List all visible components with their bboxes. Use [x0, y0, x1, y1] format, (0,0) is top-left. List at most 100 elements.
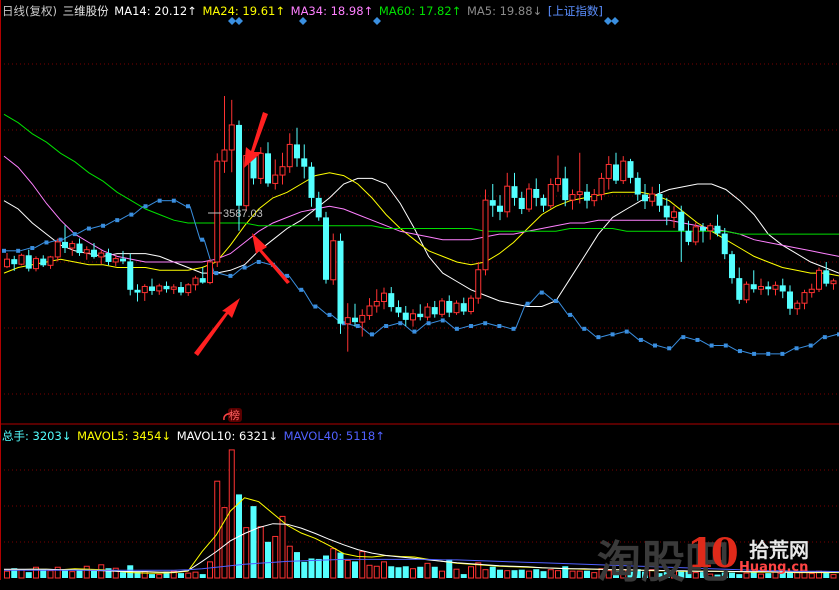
- candle-up: [468, 297, 474, 313]
- index-point: [737, 349, 742, 354]
- index-point: [681, 335, 686, 340]
- volume-bar-up: [156, 574, 163, 579]
- candle-up: [453, 302, 460, 314]
- index-segment: [741, 350, 753, 355]
- ma60-value: MA60: 17.82↑: [378, 4, 462, 18]
- index-point: [256, 259, 261, 264]
- candle-up: [620, 160, 627, 182]
- candle-down: [91, 249, 97, 257]
- index-segment: [34, 242, 45, 249]
- index-high-label: 3587.03: [223, 208, 263, 220]
- candle-down: [40, 258, 47, 266]
- candle-down: [315, 197, 322, 218]
- marker-diamond: [611, 17, 619, 25]
- index-point: [525, 301, 530, 306]
- candle-up: [112, 258, 119, 263]
- volume-bar-up: [185, 572, 192, 579]
- price-legend: 日线(复权) 三维股份 MA14: 20.12↑ MA24: 19.61↑ MA…: [2, 3, 605, 19]
- line-ma24: [3, 172, 839, 277]
- candle-down: [729, 254, 735, 279]
- ma14-value: MA14: 20.12↑: [114, 4, 197, 18]
- rank-badge[interactable]: 榜: [223, 408, 242, 422]
- index-segment: [487, 322, 498, 327]
- index-point: [30, 246, 35, 251]
- index-point: [766, 351, 771, 356]
- index-point: [624, 329, 629, 334]
- index-segment: [133, 205, 144, 215]
- candle-down: [714, 225, 721, 234]
- index-point: [454, 326, 459, 331]
- index-point: [44, 240, 49, 245]
- volume-bar-down: [489, 566, 496, 578]
- index-point: [483, 321, 488, 326]
- candle-up: [576, 191, 583, 196]
- candle-up: [185, 284, 192, 294]
- index-point: [511, 326, 516, 331]
- stock-chart[interactable]: 3587.03 榜: [0, 0, 839, 580]
- volume-bar-up: [286, 545, 293, 579]
- candle-up: [366, 305, 373, 316]
- candle-down: [721, 233, 728, 255]
- candle-up: [47, 256, 54, 266]
- candle-down: [149, 286, 155, 291]
- volume-bar-up: [112, 567, 119, 579]
- index-point: [469, 324, 474, 329]
- volume-bar-up: [366, 564, 373, 579]
- volume-bar-up: [526, 570, 532, 579]
- candle-down: [823, 270, 830, 284]
- index-segment: [401, 322, 413, 332]
- index-point: [157, 198, 162, 203]
- candle-down: [25, 255, 32, 269]
- candle-down: [656, 193, 663, 206]
- volume-bar-down: [352, 561, 358, 578]
- index-segment: [288, 275, 300, 291]
- index-segment: [373, 325, 385, 335]
- candle-down: [460, 303, 467, 312]
- index-point: [16, 248, 21, 253]
- index-point: [115, 218, 120, 223]
- candle-down: [613, 164, 619, 181]
- volume-bar-up: [591, 572, 598, 579]
- volume-bar-down: [199, 574, 206, 578]
- candle-down: [736, 278, 743, 300]
- index-segment: [104, 219, 116, 227]
- volume-bar-up: [272, 535, 279, 579]
- candle-down: [584, 191, 590, 201]
- candle-down: [395, 307, 402, 313]
- volume-bar-down: [315, 558, 322, 578]
- period-label[interactable]: 日线(复权): [2, 4, 57, 18]
- volume-bar-down: [250, 506, 257, 578]
- candle-down: [678, 211, 685, 231]
- candle-up: [794, 302, 801, 310]
- candle-up: [801, 292, 808, 304]
- volume-bar-down: [460, 574, 467, 578]
- candle-up: [221, 149, 228, 162]
- volume-bar-down: [518, 569, 525, 578]
- candle-up: [170, 286, 177, 290]
- index-segment: [246, 261, 257, 268]
- index-segment: [614, 331, 625, 335]
- candle-down: [685, 230, 692, 242]
- candle-down: [388, 293, 395, 308]
- index-segment: [118, 214, 130, 221]
- candle-up: [4, 258, 10, 268]
- index-point: [596, 335, 601, 340]
- candle-up: [141, 285, 148, 294]
- candle-down: [236, 124, 242, 206]
- index-point: [568, 312, 573, 317]
- candle-up: [69, 243, 76, 249]
- candle-down: [634, 177, 641, 195]
- index-segment: [670, 336, 682, 349]
- watermark-site-name: 拾荒网: [749, 538, 809, 562]
- volume-bar-up: [98, 564, 105, 579]
- volume-bar-up: [381, 561, 387, 579]
- volume-bar-up: [54, 566, 61, 579]
- index-link[interactable]: [上证指数]: [548, 4, 603, 18]
- candle-up: [18, 254, 25, 265]
- index-segment: [387, 322, 399, 327]
- index-point: [497, 324, 502, 329]
- candle-up: [373, 301, 380, 307]
- volume-bar-down: [25, 572, 32, 578]
- index-point: [695, 337, 700, 342]
- candle-up: [214, 160, 221, 263]
